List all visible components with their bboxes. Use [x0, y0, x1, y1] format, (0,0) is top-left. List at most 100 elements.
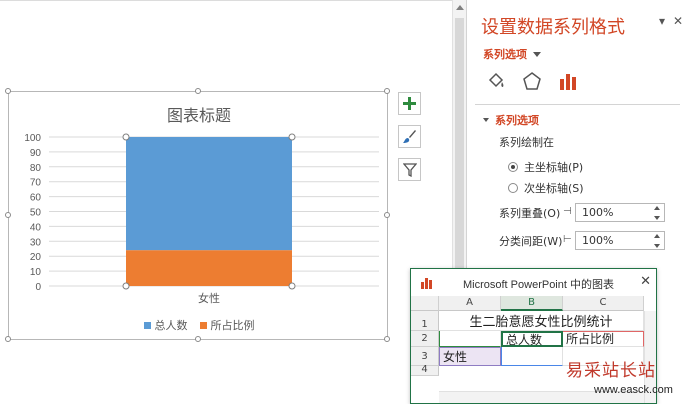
resize-handle[interactable] [195, 336, 201, 342]
series-selection-handle[interactable] [288, 133, 296, 141]
legend-label-total: 总人数 [154, 319, 188, 332]
spin-up-icon[interactable] [654, 206, 660, 210]
resize-handle[interactable] [384, 336, 390, 342]
legend-swatch-ratio [199, 321, 207, 329]
y-tick-label: 90 [30, 148, 42, 159]
chart-styles-button[interactable] [398, 125, 421, 148]
column-header-b[interactable]: B [501, 296, 563, 311]
spin-down-icon[interactable] [654, 244, 660, 248]
resize-handle[interactable] [384, 212, 390, 218]
bar-ratio[interactable] [126, 250, 292, 286]
bar-total[interactable] [126, 137, 292, 251]
spin-up-icon[interactable] [654, 234, 660, 238]
slide-top-edge [0, 0, 452, 1]
cell-title[interactable]: 生二胎意愿女性比例统计 [439, 311, 644, 331]
gap-width-input[interactable]: 100% [575, 231, 665, 250]
series-options-dropdown-label: 系列选项 [483, 48, 527, 61]
pane-divider [475, 104, 680, 105]
series-selection-handle[interactable] [122, 282, 130, 290]
y-tick-label: 80 [30, 163, 42, 174]
chart-app-icon [421, 278, 432, 289]
secondary-axis-option[interactable]: 次坐标轴(S) [508, 180, 584, 196]
secondary-axis-label: 次坐标轴(S) [524, 182, 584, 195]
pane-options-icon[interactable]: ▾ [659, 14, 665, 28]
secondary-axis-radio[interactable] [508, 183, 518, 193]
spin-down-icon[interactable] [654, 216, 660, 220]
resize-handle[interactable] [5, 336, 11, 342]
series-options-section[interactable]: 系列选项 [483, 112, 539, 128]
plus-icon [403, 97, 416, 110]
y-tick-label: 70 [30, 178, 42, 189]
watermark-url: www.easck.com [594, 384, 673, 396]
y-tick-label: 60 [30, 193, 42, 204]
effects-pentagon-icon[interactable] [521, 70, 543, 92]
chart-frame[interactable]: 图表标题 0 10 20 30 40 50 60 70 80 90 100 女性 总人数 所占比例 [5, 88, 390, 342]
pane-title: 设置数据系列格式 [481, 17, 625, 38]
legend-item-total: 总人数 [143, 317, 188, 333]
series-overlap-row: 系列重叠(O) [499, 205, 572, 221]
pane-tab-icons [485, 70, 685, 94]
cell-c2[interactable]: 所占比例 [563, 331, 644, 347]
y-tick-label: 20 [30, 252, 42, 263]
y-tick-label: 40 [30, 222, 42, 233]
cell-a2[interactable] [439, 331, 501, 347]
cell-a3[interactable]: 女性 [439, 347, 501, 366]
watermark-logo-text: 易采站长站 [566, 361, 656, 381]
close-icon[interactable]: ✕ [673, 14, 683, 28]
chart-legend[interactable]: 总人数 所占比例 [9, 317, 389, 333]
corner-select-all[interactable] [411, 296, 439, 311]
primary-axis-label: 主坐标轴(P) [524, 161, 584, 174]
series-overlap-value: 100% [582, 206, 614, 219]
x-category-label: 女性 [198, 291, 220, 305]
brush-icon [403, 130, 416, 143]
overlap-spinner-arrows[interactable] [654, 206, 662, 220]
scroll-up-arrow-icon[interactable] [456, 5, 464, 10]
row-header-2[interactable]: 2 [411, 331, 439, 347]
legend-item-ratio: 所占比例 [199, 317, 255, 333]
overlap-slider-icon[interactable]: ⊣ [563, 206, 572, 217]
primary-axis-radio[interactable] [508, 162, 518, 172]
gap-width-value: 100% [582, 234, 614, 247]
series-selection-handle[interactable] [122, 133, 130, 141]
row-header-1[interactable]: 1 [411, 311, 439, 331]
gap-spinner-arrows[interactable] [654, 234, 662, 248]
series-options-bar-icon[interactable] [557, 70, 579, 92]
y-tick-label: 10 [30, 267, 42, 278]
resize-handle[interactable] [5, 212, 11, 218]
resize-handle[interactable] [195, 88, 201, 94]
plot-series-on-label: 系列绘制在 [499, 136, 554, 149]
chart-filters-button[interactable] [398, 158, 421, 181]
row-header-4[interactable]: 4 [411, 365, 439, 376]
series-overlap-input[interactable]: 100% [575, 203, 665, 222]
gap-width-row: 分类间距(W) [499, 233, 572, 249]
chevron-down-icon [533, 51, 541, 57]
legend-swatch-total [143, 321, 151, 329]
fill-line-icon[interactable] [485, 70, 507, 92]
gap-width-label: 分类间距(W) [499, 235, 563, 248]
column-header-c[interactable]: C [563, 296, 644, 311]
chart-plot[interactable]: 0 10 20 30 40 50 60 70 80 90 100 女性 [9, 92, 389, 341]
resize-handle[interactable] [5, 88, 11, 94]
legend-label-ratio: 所占比例 [210, 319, 255, 332]
cell-b3[interactable] [501, 347, 563, 366]
collapse-triangle-icon [483, 118, 489, 122]
sheet-title: Microsoft PowerPoint 中的图表 [463, 279, 614, 291]
y-tick-label: 0 [35, 282, 41, 293]
series-overlap-label: 系列重叠(O) [499, 207, 561, 220]
y-tick-label: 50 [30, 208, 42, 219]
y-tick-label: 100 [24, 133, 41, 144]
series-options-dropdown[interactable]: 系列选项 [483, 46, 541, 62]
sheet-titlebar[interactable]: Microsoft PowerPoint 中的图表 ✕ [411, 269, 656, 295]
y-tick-label: 30 [30, 237, 42, 248]
close-icon[interactable]: ✕ [640, 274, 651, 289]
column-header-a[interactable]: A [439, 296, 501, 311]
radio-selected-dot [511, 165, 515, 169]
funnel-icon [402, 162, 417, 177]
gap-slider-icon[interactable]: ⊢ [563, 234, 572, 245]
primary-axis-option[interactable]: 主坐标轴(P) [508, 159, 583, 175]
chart-elements-button[interactable] [398, 92, 421, 115]
resize-handle[interactable] [384, 88, 390, 94]
series-selection-handle[interactable] [288, 282, 296, 290]
cell-b2[interactable]: 总人数 [501, 331, 563, 347]
section-title: 系列选项 [495, 114, 539, 127]
